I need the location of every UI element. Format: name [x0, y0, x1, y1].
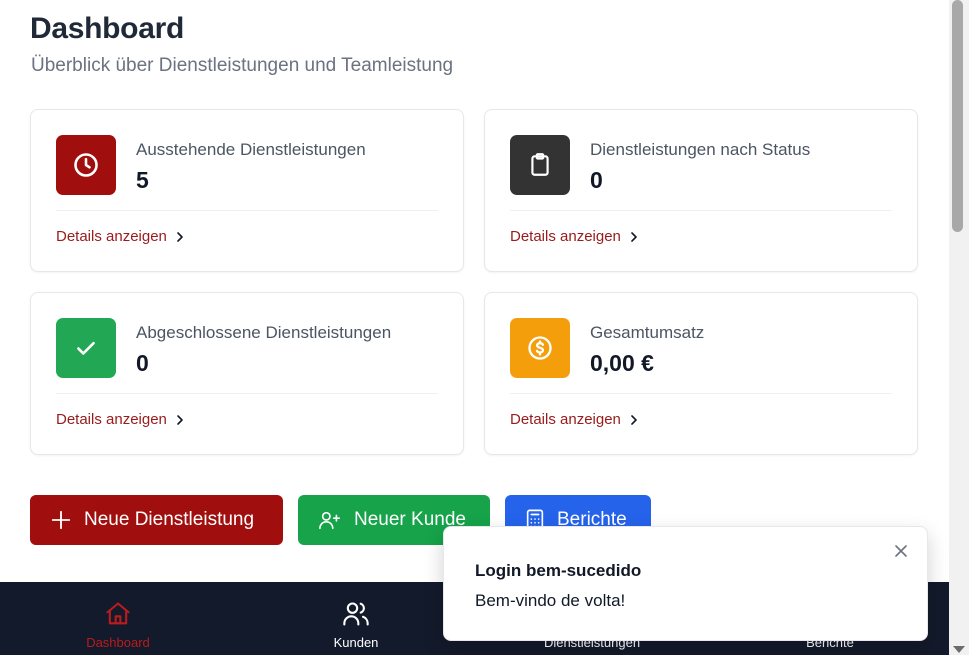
nav-item-kunden[interactable]: Kunden: [276, 582, 436, 655]
toast-title: Login bem-sucedido: [475, 561, 642, 580]
details-link-label: Details anzeigen: [56, 228, 167, 245]
nav-label-dashboard: Dashboard: [86, 635, 150, 650]
details-link[interactable]: Details anzeigen: [510, 228, 639, 245]
scroll-down-arrow-icon[interactable]: [953, 646, 965, 653]
vertical-scrollbar[interactable]: [949, 0, 969, 655]
dollar-circle-icon: [510, 318, 570, 378]
stat-label: Abgeschlossene Dienstleistungen: [136, 323, 392, 342]
details-link[interactable]: Details anzeigen: [56, 228, 185, 245]
stat-value: 0: [136, 350, 149, 376]
plus-icon: [51, 510, 71, 530]
stat-value: 5: [136, 167, 149, 193]
details-link-label: Details anzeigen: [56, 411, 167, 428]
card-divider: [510, 393, 892, 394]
check-icon: [56, 318, 116, 378]
clock-icon: [56, 135, 116, 195]
scrollbar-thumb[interactable]: [952, 0, 963, 232]
stat-card-pending: Ausstehende Dienstleistungen 5 Details a…: [30, 109, 464, 272]
details-link-label: Details anzeigen: [510, 411, 621, 428]
user-plus-icon: [319, 511, 340, 530]
toast-notification: Login bem-sucedido Bem-vindo de volta!: [443, 526, 928, 641]
stat-label: Dienstleistungen nach Status: [590, 140, 811, 159]
stat-card-completed: Abgeschlossene Dienstleistungen 0 Detail…: [30, 292, 464, 455]
page-subtitle: Überblick über Dienstleistungen und Team…: [31, 55, 454, 76]
details-link[interactable]: Details anzeigen: [56, 411, 185, 428]
card-divider: [56, 210, 438, 211]
stat-card-status: Dienstleistungen nach Status 0 Details a…: [484, 109, 918, 272]
new-service-label: Neue Dienstleistung: [84, 509, 255, 530]
nav-item-dashboard[interactable]: Dashboard: [38, 582, 198, 655]
clipboard-icon: [510, 135, 570, 195]
page-title: Dashboard: [30, 12, 184, 45]
stat-card-revenue: Gesamtumsatz 0,00 € Details anzeigen: [484, 292, 918, 455]
close-icon[interactable]: [893, 543, 909, 559]
card-divider: [510, 210, 892, 211]
stat-label: Ausstehende Dienstleistungen: [136, 140, 366, 159]
chevron-right-icon: [177, 231, 183, 242]
toast-message: Bem-vindo de volta!: [475, 591, 626, 610]
details-link[interactable]: Details anzeigen: [510, 411, 639, 428]
chevron-right-icon: [631, 231, 637, 242]
new-service-button[interactable]: Neue Dienstleistung: [30, 495, 283, 545]
stat-label: Gesamtumsatz: [590, 323, 705, 342]
dashboard-page: Dashboard Überblick über Dienstleistunge…: [0, 0, 949, 655]
chevron-right-icon: [177, 414, 183, 425]
stat-value: 0,00 €: [590, 350, 654, 376]
details-link-label: Details anzeigen: [510, 228, 621, 245]
card-divider: [56, 393, 438, 394]
stat-value: 0: [590, 167, 603, 193]
chevron-right-icon: [631, 414, 637, 425]
home-icon: [104, 599, 132, 629]
users-icon: [342, 599, 370, 629]
nav-label-kunden: Kunden: [333, 635, 379, 650]
